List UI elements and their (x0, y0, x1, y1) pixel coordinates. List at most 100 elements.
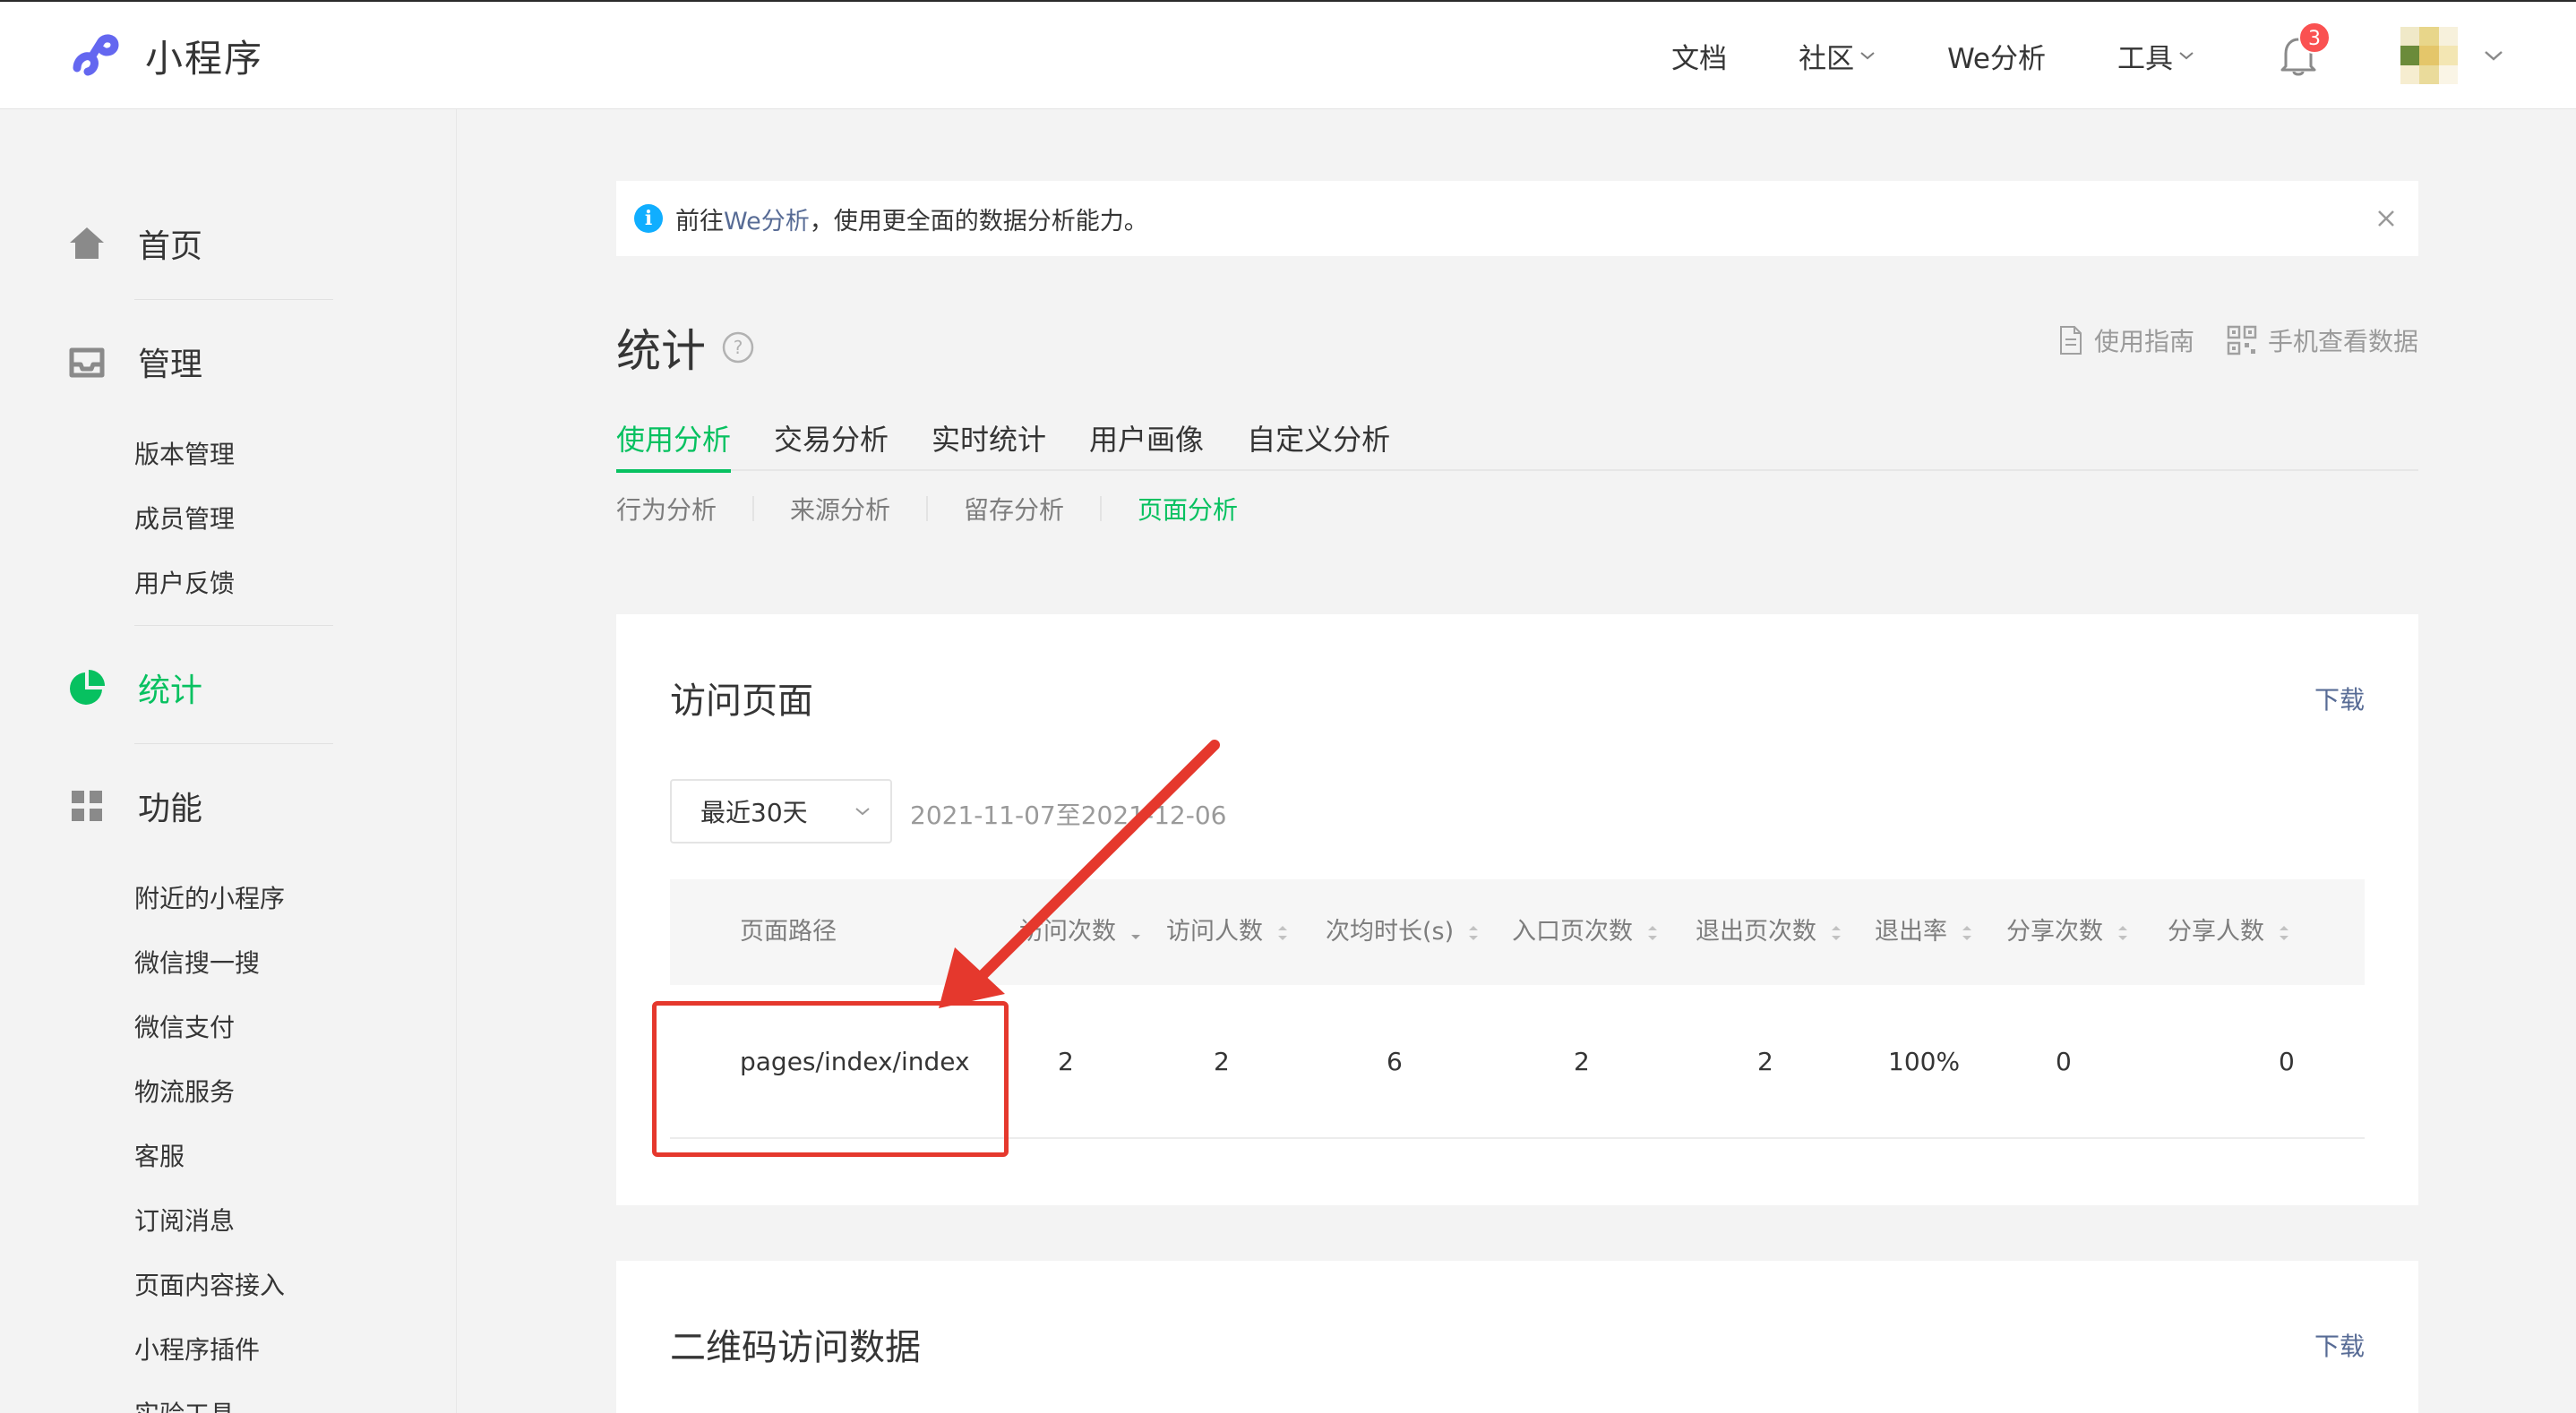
guide-button[interactable]: 使用指南 (2058, 322, 2194, 358)
annotation-highlight-box (652, 1001, 1009, 1157)
col-entry[interactable]: 入口页次数 (1512, 879, 1659, 985)
sidebar-item-version[interactable]: 版本管理 (134, 435, 235, 471)
qrcode-icon (2227, 325, 2257, 355)
top-nav: 文档 社区 We分析 工具 3 (1671, 2, 2504, 109)
document-icon (2059, 326, 2082, 355)
col-avg-duration[interactable]: 次均时长(s) (1326, 879, 1480, 985)
nav-docs-label: 文档 (1671, 42, 1728, 75)
col-sharers[interactable]: 分享人数 (2168, 879, 2290, 985)
tab-realtime[interactable]: 实时统计 (932, 417, 1046, 471)
grid-icon (72, 791, 102, 821)
subtab-separator (1100, 496, 1103, 521)
tab-user-profile[interactable]: 用户画像 (1089, 417, 1204, 471)
sort-icon (1468, 925, 1478, 940)
col-label: 分享人数 (2168, 918, 2264, 946)
page-tools: 使用指南 手机查看数据 (2058, 322, 2418, 358)
col-label: 访问人数 (1166, 918, 1263, 946)
sidebar-item-manage[interactable]: 管理 (66, 338, 202, 385)
col-exit-rate[interactable]: 退出率 (1875, 879, 1973, 985)
col-exit[interactable]: 退出页次数 (1696, 879, 1842, 985)
avatar[interactable] (2400, 27, 2458, 84)
sidebar-item-label: 管理 (138, 347, 203, 383)
date-range-text: 2021-11-07至2021-12-06 (910, 801, 1227, 830)
chevron-down-icon (855, 808, 870, 816)
nav-tools-label: 工具 (2117, 42, 2173, 75)
nav-docs[interactable]: 文档 (1671, 36, 1727, 76)
mobile-data-label: 手机查看数据 (2267, 327, 2418, 356)
sidebar-item-subscribe[interactable]: 订阅消息 (134, 1202, 235, 1237)
home-icon (70, 227, 104, 259)
sidebar-item-plugins[interactable]: 小程序插件 (134, 1331, 260, 1366)
subtab-retention[interactable]: 留存分析 (964, 491, 1064, 527)
download-link[interactable]: 下载 (2314, 1327, 2365, 1363)
svg-text:?: ? (734, 337, 743, 358)
tab-usage[interactable]: 使用分析 (616, 417, 732, 473)
tab-custom[interactable]: 自定义分析 (1247, 417, 1390, 471)
top-header: 小程序 文档 社区 We分析 工具 3 (0, 0, 2576, 109)
sidebar-item-experiment[interactable]: 实验工具 (134, 1395, 235, 1413)
sidebar-item-home[interactable]: 首页 (66, 220, 202, 267)
sidebar-item-logistics[interactable]: 物流服务 (134, 1073, 235, 1109)
notification-button[interactable]: 3 (2279, 21, 2331, 77)
close-icon[interactable] (2372, 204, 2400, 233)
info-icon: i (634, 204, 663, 233)
sidebar-item-service[interactable]: 客服 (134, 1137, 185, 1173)
col-label: 访问次数 (1019, 918, 1116, 946)
chevron-down-icon[interactable] (2483, 48, 2504, 63)
card-title: 二维码访问数据 (670, 1327, 921, 1368)
nav-tools[interactable]: 工具 (2117, 36, 2194, 76)
sub-tabs: 行为分析 来源分析 留存分析 页面分析 (616, 491, 1238, 527)
cell-avg-duration: 6 (1387, 1047, 1403, 1076)
subtab-separator (752, 496, 755, 521)
subtab-page[interactable]: 页面分析 (1138, 491, 1238, 527)
tab-trade[interactable]: 交易分析 (774, 417, 889, 471)
sort-icon (1962, 925, 1971, 940)
sort-icon (1647, 925, 1657, 940)
sidebar-item-pay[interactable]: 微信支付 (134, 1008, 235, 1044)
sidebar-item-features[interactable]: 功能 (66, 783, 202, 829)
page-title-text: 统计 (616, 325, 706, 377)
pie-chart-icon (70, 670, 105, 705)
date-range-select[interactable]: 最近30天 (670, 779, 892, 844)
sidebar-divider (134, 299, 333, 300)
subtab-behavior[interactable]: 行为分析 (616, 491, 717, 527)
sidebar: 首页 管理 版本管理 成员管理 用户反馈 统计 功能 附近的小程序 微信搜一搜 … (0, 109, 457, 1413)
sidebar-item-stats[interactable]: 统计 (66, 664, 202, 711)
cell-shares: 0 (2056, 1047, 2072, 1076)
sort-desc-icon (1130, 934, 1140, 939)
mobile-data-button[interactable]: 手机查看数据 (2227, 322, 2418, 358)
notice-we-link[interactable]: We分析 (724, 201, 810, 236)
col-shares[interactable]: 分享次数 (2006, 879, 2129, 985)
cell-visits: 2 (1058, 1047, 1074, 1076)
col-label: 入口页次数 (1512, 918, 1633, 946)
col-visits[interactable]: 访问次数 (1019, 879, 1142, 985)
sidebar-divider (134, 625, 333, 626)
help-icon[interactable]: ? (722, 331, 754, 364)
brand-logo[interactable]: 小程序 (64, 27, 263, 84)
sidebar-item-nearby[interactable]: 附近的小程序 (134, 879, 285, 915)
miniprogram-logo-icon (73, 34, 119, 76)
col-label: 退出率 (1875, 918, 1947, 946)
col-path: 页面路径 (740, 879, 837, 985)
notification-badge: 3 (2298, 21, 2331, 54)
sidebar-item-members[interactable]: 成员管理 (134, 500, 235, 535)
nav-community[interactable]: 社区 (1799, 36, 1876, 76)
chevron-down-icon (1860, 52, 1875, 60)
date-range-value: 最近30天 (700, 798, 808, 827)
download-link[interactable]: 下载 (2314, 681, 2365, 716)
sidebar-item-search[interactable]: 微信搜一搜 (134, 944, 260, 980)
nav-we-analysis-label: We分析 (1947, 42, 2046, 75)
chevron-down-icon (2179, 52, 2194, 60)
col-visitors[interactable]: 访问人数 (1166, 879, 1289, 985)
sort-icon (2279, 925, 2288, 940)
sidebar-item-content[interactable]: 页面内容接入 (134, 1266, 285, 1302)
we-analysis-notice: i 前往 We分析 ，使用更全面的数据分析能力。 (616, 181, 2418, 256)
sort-icon (2117, 925, 2127, 940)
sidebar-divider (134, 743, 333, 744)
subtab-source[interactable]: 来源分析 (790, 491, 890, 527)
col-label: 分享次数 (2006, 918, 2103, 946)
col-label: 页面路径 (740, 918, 837, 946)
sidebar-item-feedback[interactable]: 用户反馈 (134, 564, 235, 600)
notice-prefix: 前往 (675, 207, 724, 236)
nav-we-analysis[interactable]: We分析 (1947, 36, 2046, 76)
